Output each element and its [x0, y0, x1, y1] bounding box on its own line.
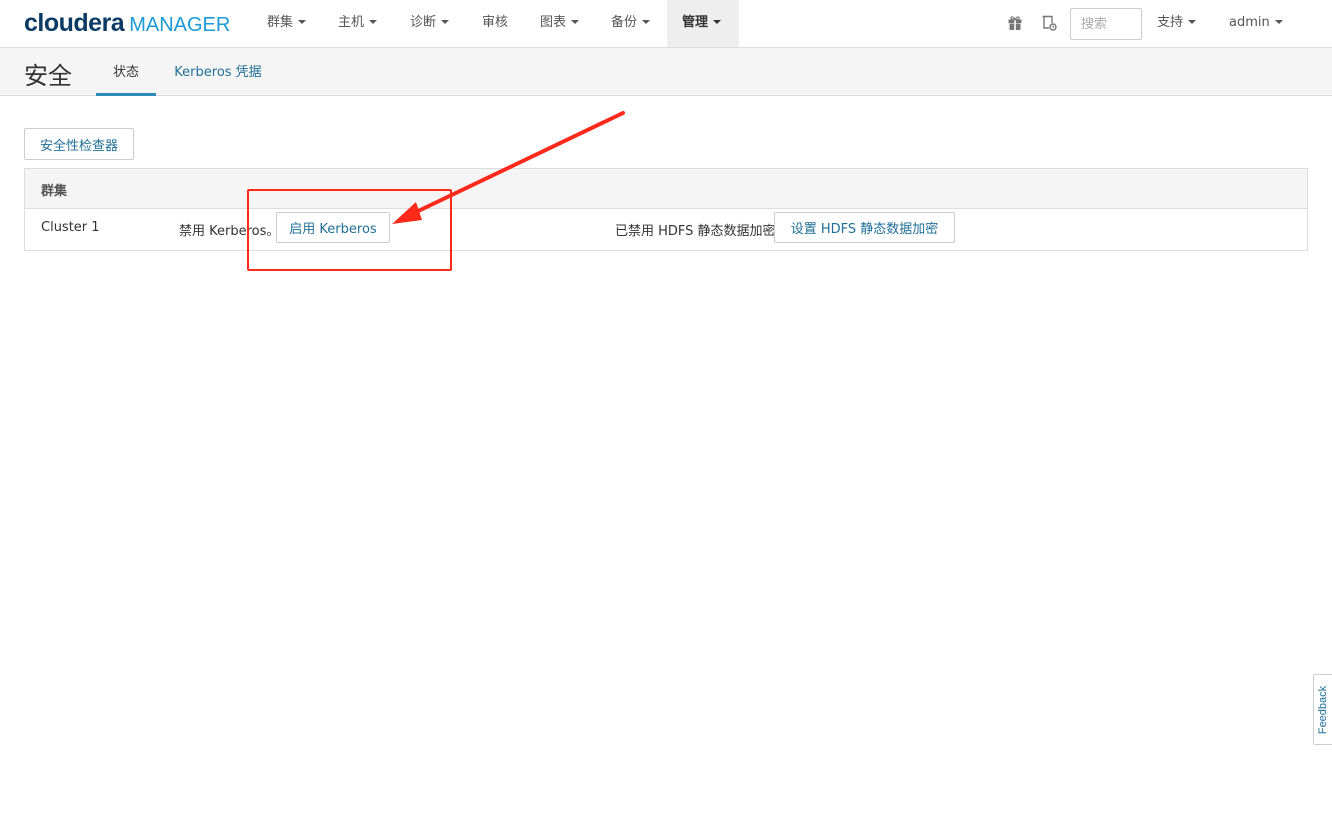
running-commands-icon[interactable] [1039, 13, 1059, 33]
table-header-clusters: 群集 [41, 184, 68, 199]
nav-backup-menu[interactable]: 备份 [602, 0, 659, 47]
chevron-down-icon [571, 19, 580, 24]
nav-clusters-menu[interactable]: 群集 [258, 0, 315, 47]
nav-diagnostics-menu[interactable]: 诊断 [401, 0, 458, 47]
nav-audits-link[interactable]: 审核 [473, 0, 517, 47]
page-header: 安全 状态 Kerberos 凭据 [0, 48, 1332, 96]
chevron-down-icon [369, 19, 378, 24]
chevron-down-icon [1274, 19, 1283, 24]
feedback-tab[interactable]: Feedback [1313, 674, 1332, 745]
chevron-down-icon [298, 19, 307, 24]
nav-backup-label: 备份 [611, 15, 638, 30]
nav-clusters-label: 群集 [267, 15, 294, 30]
chevron-down-icon [713, 19, 722, 24]
top-navbar: cloudera MANAGER 群集 主机 诊断 审核 图表 备份 管理 搜索… [0, 0, 1332, 48]
support-menu[interactable]: 支持 [1148, 0, 1205, 47]
nav-hosts-menu[interactable]: 主机 [329, 0, 386, 47]
nav-administration-menu[interactable]: 管理 [667, 0, 739, 47]
chevron-down-icon [1188, 19, 1197, 24]
nav-diagnostics-label: 诊断 [410, 15, 437, 30]
annotation-highlight-box [247, 189, 452, 271]
tab-status[interactable]: 状态 [96, 48, 156, 96]
cloudera-manager-logo[interactable]: cloudera MANAGER [24, 9, 230, 37]
cluster-name: Cluster 1 [41, 220, 100, 235]
search-input[interactable] [1070, 8, 1142, 40]
logo-product-text: MANAGER [129, 14, 231, 36]
security-inspector-button[interactable]: 安全性检查器 [24, 128, 134, 160]
user-menu[interactable]: admin [1220, 0, 1292, 47]
nav-charts-menu[interactable]: 图表 [531, 0, 588, 47]
user-label: admin [1229, 15, 1270, 30]
annotation-arrow-icon [392, 111, 625, 224]
setup-hdfs-encryption-button[interactable]: 设置 HDFS 静态数据加密 [774, 212, 955, 243]
table-header-row: 群集 [25, 169, 1307, 209]
nav-audits-label: 审核 [482, 15, 509, 30]
support-label: 支持 [1157, 15, 1184, 30]
hdfs-encryption-status-text: 已禁用 HDFS 静态数据加密 [615, 224, 776, 239]
clusters-table: 群集 Cluster 1 禁用 Kerberos。 启用 Kerberos 已禁… [24, 168, 1308, 251]
nav-charts-label: 图表 [540, 15, 567, 30]
nav-administration-label: 管理 [682, 15, 709, 30]
feedback-label: Feedback [1317, 685, 1329, 734]
tab-kerberos-credentials[interactable]: Kerberos 凭据 [166, 48, 270, 96]
logo-brand-text: cloudera [24, 9, 125, 37]
page-title: 安全 [24, 62, 72, 90]
chevron-down-icon [642, 19, 651, 24]
gift-icon[interactable] [1005, 13, 1025, 33]
chevron-down-icon [441, 19, 450, 24]
nav-hosts-label: 主机 [338, 15, 365, 30]
